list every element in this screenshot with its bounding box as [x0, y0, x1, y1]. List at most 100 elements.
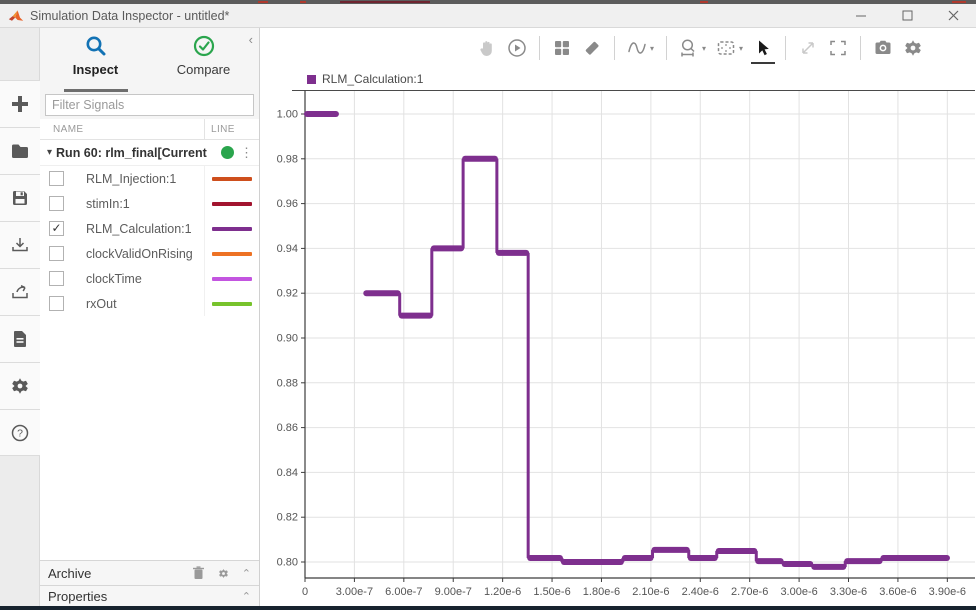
legend-swatch: [307, 75, 316, 84]
signal-name[interactable]: RLM_Injection:1: [64, 172, 204, 186]
signal-name[interactable]: stimIn:1: [64, 197, 204, 211]
signal-checkbox[interactable]: [49, 271, 64, 286]
y-tick-label: 1.00: [277, 109, 298, 121]
chart-legend: RLM_Calculation:1: [260, 68, 976, 90]
signal-checkbox[interactable]: [49, 246, 64, 261]
properties-collapse-icon[interactable]: ⌃: [242, 590, 251, 603]
sidebar-open-button[interactable]: [0, 127, 40, 174]
signal-line-swatch[interactable]: [212, 277, 252, 281]
properties-label: Properties: [48, 589, 107, 604]
signal-line-cell: [204, 291, 259, 316]
toolbar-fullscreen-button[interactable]: [828, 38, 848, 58]
signal-name[interactable]: RLM_Calculation:1: [64, 222, 204, 236]
signal-line-cell: [204, 241, 259, 266]
svg-text:?: ?: [17, 427, 23, 439]
x-tick-label: 2.70e-6: [731, 586, 768, 598]
maximize-button[interactable]: [884, 4, 930, 27]
column-header-line: LINE: [204, 119, 259, 139]
x-tick-label: 0: [302, 586, 308, 598]
signal-line-swatch[interactable]: [212, 227, 252, 231]
signal-line-swatch[interactable]: [212, 252, 252, 256]
x-tick-label: 3.00e-6: [780, 586, 817, 598]
toolbar-layout-button[interactable]: [552, 38, 572, 58]
x-tick-label: 9.00e-7: [435, 586, 472, 598]
close-button[interactable]: [930, 4, 976, 27]
signal-name[interactable]: rxOut: [64, 297, 204, 311]
x-tick-label: 1.20e-6: [484, 586, 521, 598]
signal-name[interactable]: clockTime: [64, 272, 204, 286]
archive-label: Archive: [48, 566, 91, 581]
toolbar-settings-button[interactable]: [903, 38, 923, 58]
run-menu-icon[interactable]: ⋮: [240, 145, 253, 161]
signal-checkbox[interactable]: [49, 171, 64, 186]
sidebar-export-button[interactable]: [0, 268, 40, 315]
matlab-logo-icon: [8, 9, 24, 23]
toolbar-replay-button[interactable]: [507, 38, 527, 58]
y-tick-label: 0.80: [277, 557, 298, 569]
properties-bar[interactable]: Properties ⌃: [40, 585, 259, 606]
signal-checkbox[interactable]: [49, 296, 64, 311]
x-tick-label: 6.00e-7: [385, 586, 422, 598]
tab-inspect[interactable]: Inspect: [64, 34, 128, 90]
fullscreen-icon: [828, 38, 848, 58]
run-row[interactable]: ▾ Run 60: rlm_final[Current ⋮: [40, 140, 259, 166]
archive-settings-gear-icon[interactable]: [217, 567, 230, 580]
run-expander-icon[interactable]: ▾: [47, 147, 52, 158]
eraser-icon: [582, 38, 602, 58]
y-tick-label: 0.96: [277, 198, 298, 210]
help-icon: ?: [10, 423, 30, 443]
signal-name[interactable]: clockValidOnRising: [64, 247, 204, 261]
sidebar-new-button[interactable]: [0, 80, 40, 127]
sidebar-save-button[interactable]: [0, 174, 40, 221]
signal-line-swatch[interactable]: [212, 202, 252, 206]
sidebar-help-button[interactable]: ?: [0, 409, 40, 456]
signal-chart[interactable]: 1.000.980.960.940.920.900.880.860.840.82…: [260, 90, 975, 606]
minimize-button[interactable]: [838, 4, 884, 27]
toolbar-separator: [666, 36, 667, 60]
toolbar-pan-button: [477, 38, 497, 58]
import-icon: [10, 235, 30, 255]
app-sidebar: ?: [0, 28, 40, 606]
archive-collapse-icon[interactable]: ⌃: [242, 567, 251, 580]
sidebar-preferences-button[interactable]: [0, 362, 40, 409]
tab-compare[interactable]: Compare: [172, 34, 236, 90]
toolbar-clear-button[interactable]: [582, 38, 602, 58]
toolbar-pointer-button[interactable]: [753, 38, 773, 58]
toolbar-fit-to-view-button[interactable]: ▾: [716, 38, 743, 58]
sidebar-import-button[interactable]: [0, 221, 40, 268]
x-tick-label: 2.40e-6: [682, 586, 719, 598]
signal-line-swatch[interactable]: [212, 177, 252, 181]
signal-row: stimIn:1: [40, 191, 259, 216]
filter-signals-input[interactable]: [45, 94, 254, 116]
plot-region: ▾▾▾ RLM_Calculation:1 1.000.980.960.940.…: [260, 28, 976, 606]
signal-table: NAME LINE ▾ Run 60: rlm_final[Current ⋮ …: [40, 119, 259, 606]
sidebar-report-button[interactable]: [0, 315, 40, 362]
x-tick-label: 3.00e-7: [336, 586, 373, 598]
signal-line-cell: [204, 266, 259, 291]
collapse-panel-icon[interactable]: ‹: [249, 32, 253, 47]
toolbar-snapshot-button[interactable]: [873, 38, 893, 58]
chevron-down-icon[interactable]: ▾: [650, 44, 654, 53]
signal-row: clockTime: [40, 266, 259, 291]
toolbar-expand-button: [798, 38, 818, 58]
chevron-down-icon[interactable]: ▾: [739, 44, 743, 53]
export-icon: [10, 282, 30, 302]
trash-icon[interactable]: [192, 566, 205, 580]
signal-checkbox[interactable]: ✓: [49, 221, 64, 236]
signal-line-swatch[interactable]: [212, 302, 252, 306]
document-icon: [10, 329, 30, 349]
signal-row: RLM_Injection:1: [40, 166, 259, 191]
y-tick-label: 0.82: [277, 512, 298, 524]
column-header-name: NAME: [40, 124, 204, 135]
toolbar-signal-trace-button[interactable]: ▾: [627, 38, 654, 58]
run-status-dot: [221, 146, 234, 159]
signal-checkbox[interactable]: [49, 196, 64, 211]
toolbar-separator: [785, 36, 786, 60]
archive-bar[interactable]: Archive ⌃: [40, 560, 259, 585]
chevron-down-icon[interactable]: ▾: [702, 44, 706, 53]
y-tick-label: 0.90: [277, 333, 298, 345]
toolbar-zoom-in-time-button[interactable]: ▾: [679, 38, 706, 58]
signals-panel: Inspect Compare ‹ NAME LINE ▾ Run 60: rl…: [40, 28, 260, 606]
fit-view-icon: [716, 38, 736, 58]
window-title: Simulation Data Inspector - untitled*: [30, 9, 229, 23]
